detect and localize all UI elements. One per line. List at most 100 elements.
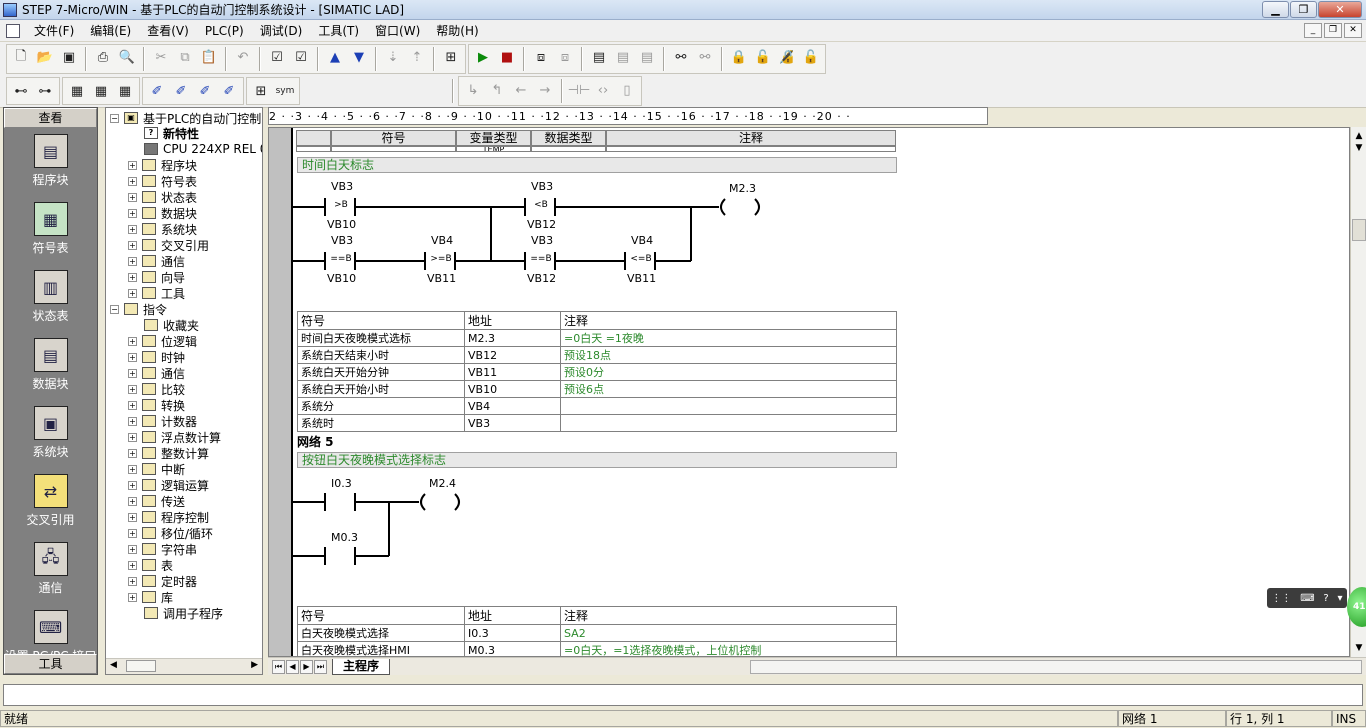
tree-item[interactable]: + 交叉引用 (128, 237, 209, 253)
run-icon[interactable]: ▶ (472, 47, 494, 69)
close-button[interactable]: ✕ (1318, 1, 1362, 18)
menu-plc[interactable]: PLC(P) (197, 24, 252, 38)
scroll-thumb[interactable] (1352, 219, 1366, 241)
insert-network-icon[interactable]: ⊷ (10, 80, 32, 102)
symbol-row[interactable]: 系统白天结束小时 VB12 预设18点 (297, 346, 897, 364)
contact-top-operand[interactable]: VB4 (431, 234, 453, 247)
tree-instruction-item[interactable]: + 通信 (128, 365, 185, 381)
options-icon[interactable]: ⊞ (440, 47, 462, 69)
editor-horizontal-scrollbar[interactable] (750, 659, 1362, 674)
contact-compare-op[interactable]: <B (528, 200, 554, 210)
nav-symbol-table[interactable]: ▦ 符号表 (4, 202, 97, 264)
toggle-symbol-icon[interactable]: ▦ (90, 80, 112, 102)
nav-status-chart[interactable]: ▥ 状态表 (4, 270, 97, 332)
nav-cross-reference[interactable]: ⇄ 交叉引用 (4, 474, 97, 536)
line-down-icon[interactable]: ↳ (462, 79, 484, 101)
symbol-row[interactable]: 系统时 VB3 (297, 414, 897, 432)
bookmark-icon[interactable]: ✐ (146, 80, 168, 102)
mdi-restore-button[interactable]: ❐ (1324, 23, 1342, 38)
minimize-button[interactable]: ▁ (1262, 1, 1289, 18)
output-window[interactable] (3, 684, 1363, 706)
contact-bottom-operand[interactable]: VB10 (327, 272, 356, 285)
tree-cpu[interactable]: CPU 224XP REL 02 (144, 141, 262, 157)
tree-item[interactable]: + 通信 (128, 253, 185, 269)
contact-top-operand[interactable]: VB3 (331, 180, 353, 193)
symbol-row[interactable]: 系统分 VB4 (297, 397, 897, 415)
save-icon[interactable]: ▣ (58, 47, 80, 69)
nav-program-block[interactable]: ▤ 程序块 (4, 134, 97, 196)
contact-icon[interactable]: ⊣⊢ (568, 79, 591, 101)
mdi-minimize-button[interactable]: _ (1304, 23, 1322, 38)
contact-top-operand[interactable]: VB4 (631, 234, 653, 247)
tree-instruction-item[interactable]: + 移位/循环 (128, 525, 213, 541)
tree-instruction-item[interactable]: + 定时器 (128, 573, 197, 589)
print-icon[interactable]: ⎙ (92, 47, 114, 69)
ime-toolbar[interactable]: ⋮⋮ ⌨? ▾ (1267, 588, 1347, 608)
tree-item[interactable]: + 程序块 (128, 157, 197, 173)
next-bookmark-icon[interactable]: ✐ (170, 80, 192, 102)
tree-instruction-item[interactable]: 收藏夹 (144, 317, 199, 333)
network-5-contact-m03[interactable]: M0.3 (331, 531, 358, 544)
network-5-comment[interactable]: 按钮白天夜晚模式选择标志 (297, 452, 897, 468)
tab-next-button[interactable]: ▶ (300, 659, 313, 674)
mdi-close-button[interactable]: ✕ (1344, 23, 1362, 38)
print-preview-icon[interactable]: 🔍 (116, 47, 138, 69)
help-icon[interactable]: ? (1323, 593, 1328, 604)
tab-prev-button[interactable]: ◀ (286, 659, 299, 674)
tab-last-button[interactable]: ⏭ (314, 659, 327, 674)
tab-first-button[interactable]: ⏮ (272, 659, 285, 674)
paste-icon[interactable]: 📋 (198, 47, 220, 69)
network-5-title[interactable]: 网络 5 (297, 433, 334, 450)
undo-icon[interactable]: ↶ (232, 47, 254, 69)
nav-data-block[interactable]: ▤ 数据块 (4, 338, 97, 400)
menu-help[interactable]: 帮助(H) (428, 22, 486, 39)
pause-trend-icon[interactable]: ⧈ (554, 47, 576, 69)
contact-top-operand[interactable]: VB3 (331, 234, 353, 247)
menu-debug[interactable]: 调试(D) (252, 22, 311, 39)
menu-tools[interactable]: 工具(T) (310, 22, 367, 39)
compile-icon[interactable]: ☑ (266, 47, 288, 69)
unlock-all-icon[interactable]: 🔓 (752, 47, 774, 69)
remove-bookmarks-icon[interactable]: ✐ (218, 80, 240, 102)
contact-bottom-operand[interactable]: VB11 (627, 272, 656, 285)
contact-bottom-operand[interactable]: VB10 (327, 218, 356, 231)
program-status-icon[interactable]: ⧈ (530, 47, 552, 69)
tree-instruction-item[interactable]: + 转换 (128, 397, 185, 413)
contact-top-operand[interactable]: VB3 (531, 180, 553, 193)
write-all-icon[interactable]: ▤ (636, 47, 658, 69)
symbol-row[interactable]: 白天夜晚模式选择HMI M0.3 =0白天，=1选择夜晚模式，上位机控制 (297, 641, 897, 656)
contact-compare-op[interactable]: ==B (328, 254, 354, 264)
open-icon[interactable]: 📂 (34, 47, 56, 69)
tree-instruction-item[interactable]: + 计数器 (128, 413, 197, 429)
toggle-poe-icon[interactable]: ▦ (66, 80, 88, 102)
upload-icon[interactable]: ▲ (324, 47, 346, 69)
tree-new-features[interactable]: ? 新特性 (144, 125, 199, 141)
symbol-row[interactable]: 系统白天开始分钟 VB11 预设0分 (297, 363, 897, 381)
tree-item[interactable]: + 向导 (128, 269, 185, 285)
contact-bottom-operand[interactable]: VB12 (527, 218, 556, 231)
menu-file[interactable]: 文件(F) (26, 22, 82, 39)
single-read-icon[interactable]: ▤ (612, 47, 634, 69)
tree-item[interactable]: + 状态表 (128, 189, 197, 205)
tree-instruction-item[interactable]: + 传送 (128, 493, 185, 509)
tree-instruction-item[interactable]: + 时钟 (128, 349, 185, 365)
cut-icon[interactable]: ✂ (150, 47, 172, 69)
copy-icon[interactable]: ⧉ (174, 47, 196, 69)
contact-compare-op[interactable]: ==B (528, 254, 554, 264)
nav-communications[interactable]: 🖧 通信 (4, 542, 97, 604)
new-icon[interactable]: 🗋 (10, 47, 32, 69)
contact-compare-op[interactable]: >B (328, 200, 354, 210)
scroll-up-arrow-2[interactable]: ▼ (1351, 141, 1366, 155)
nav-system-block[interactable]: ▣ 系统块 (4, 406, 97, 468)
network-5-coil-address[interactable]: M2.4 (429, 477, 456, 490)
trend-icon[interactable]: 🔓 (800, 47, 822, 69)
delete-network-icon[interactable]: ⊶ (34, 80, 56, 102)
sort-ascending-icon[interactable]: ⇣ (382, 47, 404, 69)
symbol-info-icon[interactable]: ▦ (114, 80, 136, 102)
tree-item[interactable]: + 数据块 (128, 205, 197, 221)
tree-instruction-item[interactable]: + 比较 (128, 381, 185, 397)
tree-horizontal-scrollbar[interactable]: ◀ ▶ (106, 658, 262, 674)
tree-instruction-item[interactable]: + 表 (128, 557, 173, 573)
tree-instruction-item[interactable]: + 程序控制 (128, 509, 209, 525)
maximize-button[interactable]: ❐ (1290, 1, 1317, 18)
